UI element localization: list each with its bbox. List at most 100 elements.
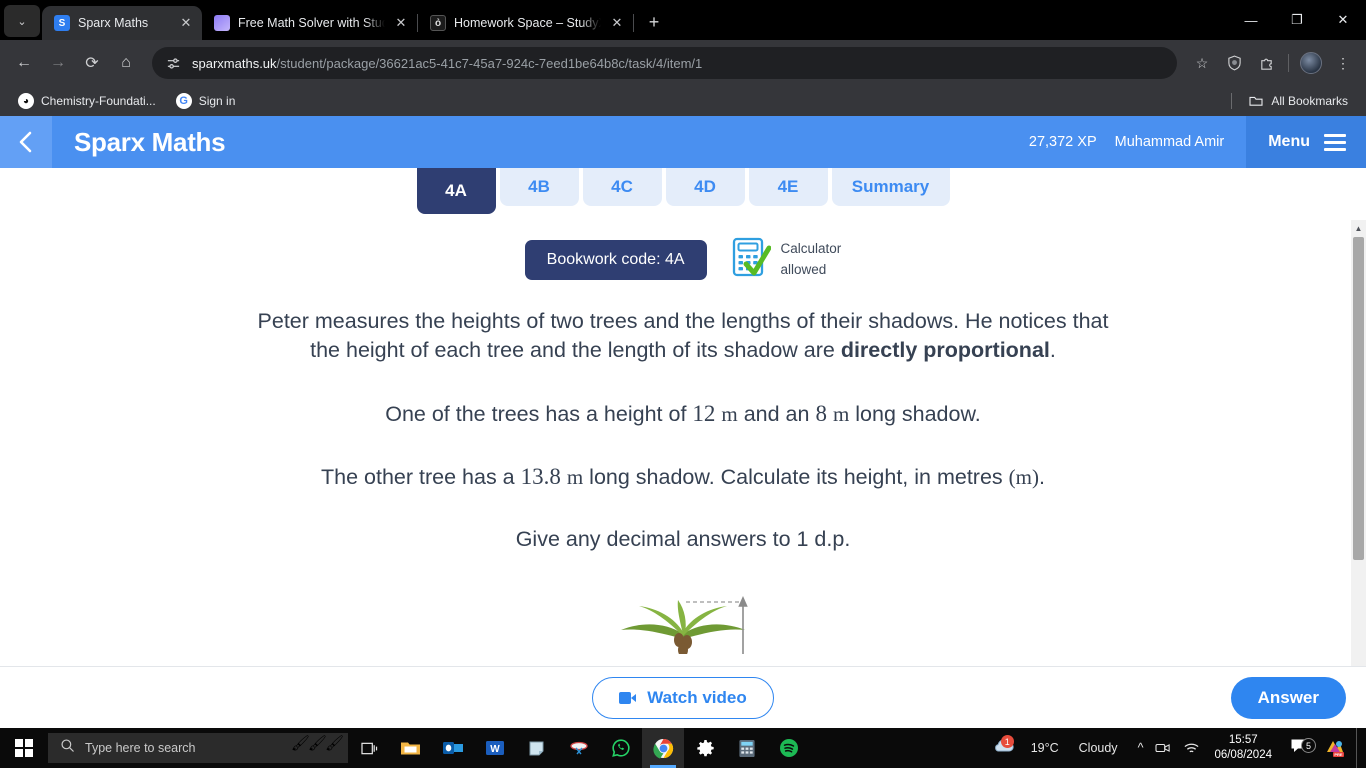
clock-date: 06/08/2024	[1214, 749, 1272, 761]
taskbar-app-outlook[interactable]	[432, 728, 474, 768]
question-p1-part-b: .	[1049, 338, 1056, 363]
tray-overflow-chevron-up-icon[interactable]: ^	[1132, 728, 1150, 768]
taskbar-app-whatsapp[interactable]	[600, 728, 642, 768]
video-camera-icon	[619, 691, 637, 704]
back-button[interactable]: ←	[8, 47, 40, 79]
page-title: Sparx Maths	[74, 126, 226, 157]
minimize-button[interactable]: —	[1228, 4, 1274, 36]
taskbar-app-chrome[interactable]	[642, 728, 684, 768]
menu-label: Menu	[1268, 133, 1310, 150]
reload-button[interactable]: ⟳	[76, 47, 108, 79]
folder-icon	[1248, 93, 1264, 109]
close-icon[interactable]: ✕	[609, 15, 625, 31]
calculator-allowed-indicator: Calculator allowed	[731, 236, 842, 283]
forward-button[interactable]: →	[42, 47, 74, 79]
header-right: 27,372 XP Muhammad Amir Menu	[1029, 116, 1366, 168]
taskbar-app-calculator[interactable]	[726, 728, 768, 768]
unit-metres: m	[566, 465, 584, 490]
home-button[interactable]: ⌂	[110, 47, 142, 79]
taskbar-app-word[interactable]: W	[474, 728, 516, 768]
bookmark-star-icon[interactable]: ☆	[1187, 48, 1217, 78]
tab-4e[interactable]: 4E	[748, 168, 828, 206]
studyx-favicon	[214, 15, 230, 31]
windows-logo-icon	[15, 739, 33, 757]
taskbar-app-spotify[interactable]	[768, 728, 810, 768]
address-bar[interactable]: sparxmaths.uk/student/package/36621ac5-4…	[152, 47, 1177, 79]
browser-tab-sparx-maths[interactable]: S Sparx Maths ✕	[42, 6, 202, 40]
back-chevron-left-icon[interactable]	[0, 116, 52, 168]
notification-count-badge: 5	[1301, 738, 1316, 753]
weather-widget[interactable]: 1 19°C Cloudy	[981, 728, 1132, 768]
calculator-check-icon	[731, 236, 772, 283]
sparx-maths-page: Sparx Maths 27,372 XP Muhammad Amir Menu…	[0, 116, 1366, 728]
search-placeholder: Type here to search	[85, 741, 196, 755]
tab-4b[interactable]: 4B	[499, 168, 579, 206]
page-scrollbar[interactable]: ▲ ▼	[1351, 220, 1366, 728]
taskbar-search-box[interactable]: Type here to search 🖌🖌🖌	[48, 733, 348, 763]
close-icon[interactable]: ✕	[178, 15, 194, 31]
browser-title-bar: ⌄ S Sparx Maths ✕ Free Math Solver with …	[0, 0, 1366, 40]
value-first-tree-height: 12	[692, 400, 716, 426]
question-p1-bold: directly proportional	[840, 338, 1050, 363]
windows-taskbar: Type here to search 🖌🖌🖌 W 1 19°C Cloudy …	[0, 728, 1366, 768]
sparx-favicon: S	[54, 15, 70, 31]
system-tray: 1 19°C Cloudy ^ 15:57 06/08/2024 5 PRE	[981, 728, 1366, 768]
taskbar-app-snipping-tool[interactable]	[558, 728, 600, 768]
new-tab-button[interactable]: +	[640, 8, 668, 36]
magnifier-icon	[60, 738, 75, 758]
sparx-app-header: Sparx Maths 27,372 XP Muhammad Amir Menu	[0, 116, 1366, 168]
browser-tab-homework-space[interactable]: ỏ Homework Space – StudyX ✕	[418, 6, 633, 40]
start-button[interactable]	[0, 728, 48, 768]
svg-text:PRE: PRE	[1334, 752, 1343, 757]
pre-app-icon[interactable]: PRE	[1318, 728, 1352, 768]
site-settings-icon[interactable]	[164, 54, 182, 72]
close-window-button[interactable]: ✕	[1320, 4, 1366, 36]
taskbar-app-file-explorer[interactable]	[390, 728, 432, 768]
extensions-puzzle-icon[interactable]	[1251, 48, 1281, 78]
notifications-button[interactable]: 5	[1280, 738, 1318, 758]
clock-time: 15:57	[1228, 734, 1258, 747]
chrome-browser-window: ⌄ S Sparx Maths ✕ Free Math Solver with …	[0, 0, 1366, 728]
weather-badge: 1	[1000, 735, 1014, 748]
value-first-tree-shadow: 8	[815, 400, 827, 426]
chrome-menu-icon[interactable]: ⋮	[1328, 48, 1358, 78]
bookwork-row: Bookwork code: 4A Calculator allowed	[0, 236, 1366, 283]
chemistry-icon: ◕	[18, 93, 34, 109]
question-paragraph-3: The other tree has a 13.8 m long shadow.…	[200, 461, 1166, 493]
taskbar-app-settings[interactable]	[684, 728, 726, 768]
tab-summary[interactable]: Summary	[831, 168, 950, 206]
scroll-up-arrow[interactable]: ▲	[1351, 220, 1366, 237]
unit-metres-parenthesised: (m)	[1008, 465, 1039, 490]
show-desktop-button[interactable]	[1356, 728, 1362, 768]
profile-avatar[interactable]	[1296, 48, 1326, 78]
browser-tab-free-math-solver[interactable]: Free Math Solver with StudyX M ✕	[202, 6, 417, 40]
temperature: 19°C	[1030, 741, 1059, 755]
tab-search-chevron-down-icon[interactable]: ⌄	[4, 5, 40, 37]
bookmark-chemistry-foundation[interactable]: ◕ Chemistry-Foundati...	[10, 90, 164, 112]
task-view-button[interactable]	[348, 728, 390, 768]
question-p2-part-b: and an	[737, 401, 816, 426]
close-icon[interactable]: ✕	[393, 15, 409, 31]
tab-4d[interactable]: 4D	[665, 168, 745, 206]
menu-button[interactable]: Menu	[1246, 116, 1366, 168]
tab-4a[interactable]: 4A	[416, 168, 496, 214]
tab-4c[interactable]: 4C	[582, 168, 662, 206]
taskbar-clock[interactable]: 15:57 06/08/2024	[1206, 733, 1280, 763]
calculator-line1: Calculator	[780, 240, 842, 256]
watch-video-button[interactable]: Watch video	[592, 676, 774, 719]
scrollbar-thumb[interactable]	[1353, 237, 1364, 560]
camera-icon[interactable]	[1149, 728, 1177, 768]
url-domain: sparxmaths.uk	[192, 55, 277, 71]
value-second-tree-shadow: 13.8	[520, 464, 561, 490]
window-controls: — ❐ ✕	[1228, 0, 1366, 40]
wifi-icon[interactable]	[1177, 728, 1206, 768]
svg-text:W: W	[490, 744, 500, 755]
all-bookmarks-button[interactable]: All Bookmarks	[1240, 90, 1356, 112]
shield-icon[interactable]	[1219, 48, 1249, 78]
bookmarks-bar-right: All Bookmarks	[1231, 90, 1356, 112]
watch-video-label: Watch video	[647, 687, 747, 707]
bookmark-sign-in[interactable]: G Sign in	[168, 90, 244, 112]
taskbar-app-sticky-notes[interactable]	[516, 728, 558, 768]
answer-button[interactable]: Answer	[1230, 676, 1346, 719]
maximize-button[interactable]: ❐	[1274, 4, 1320, 36]
